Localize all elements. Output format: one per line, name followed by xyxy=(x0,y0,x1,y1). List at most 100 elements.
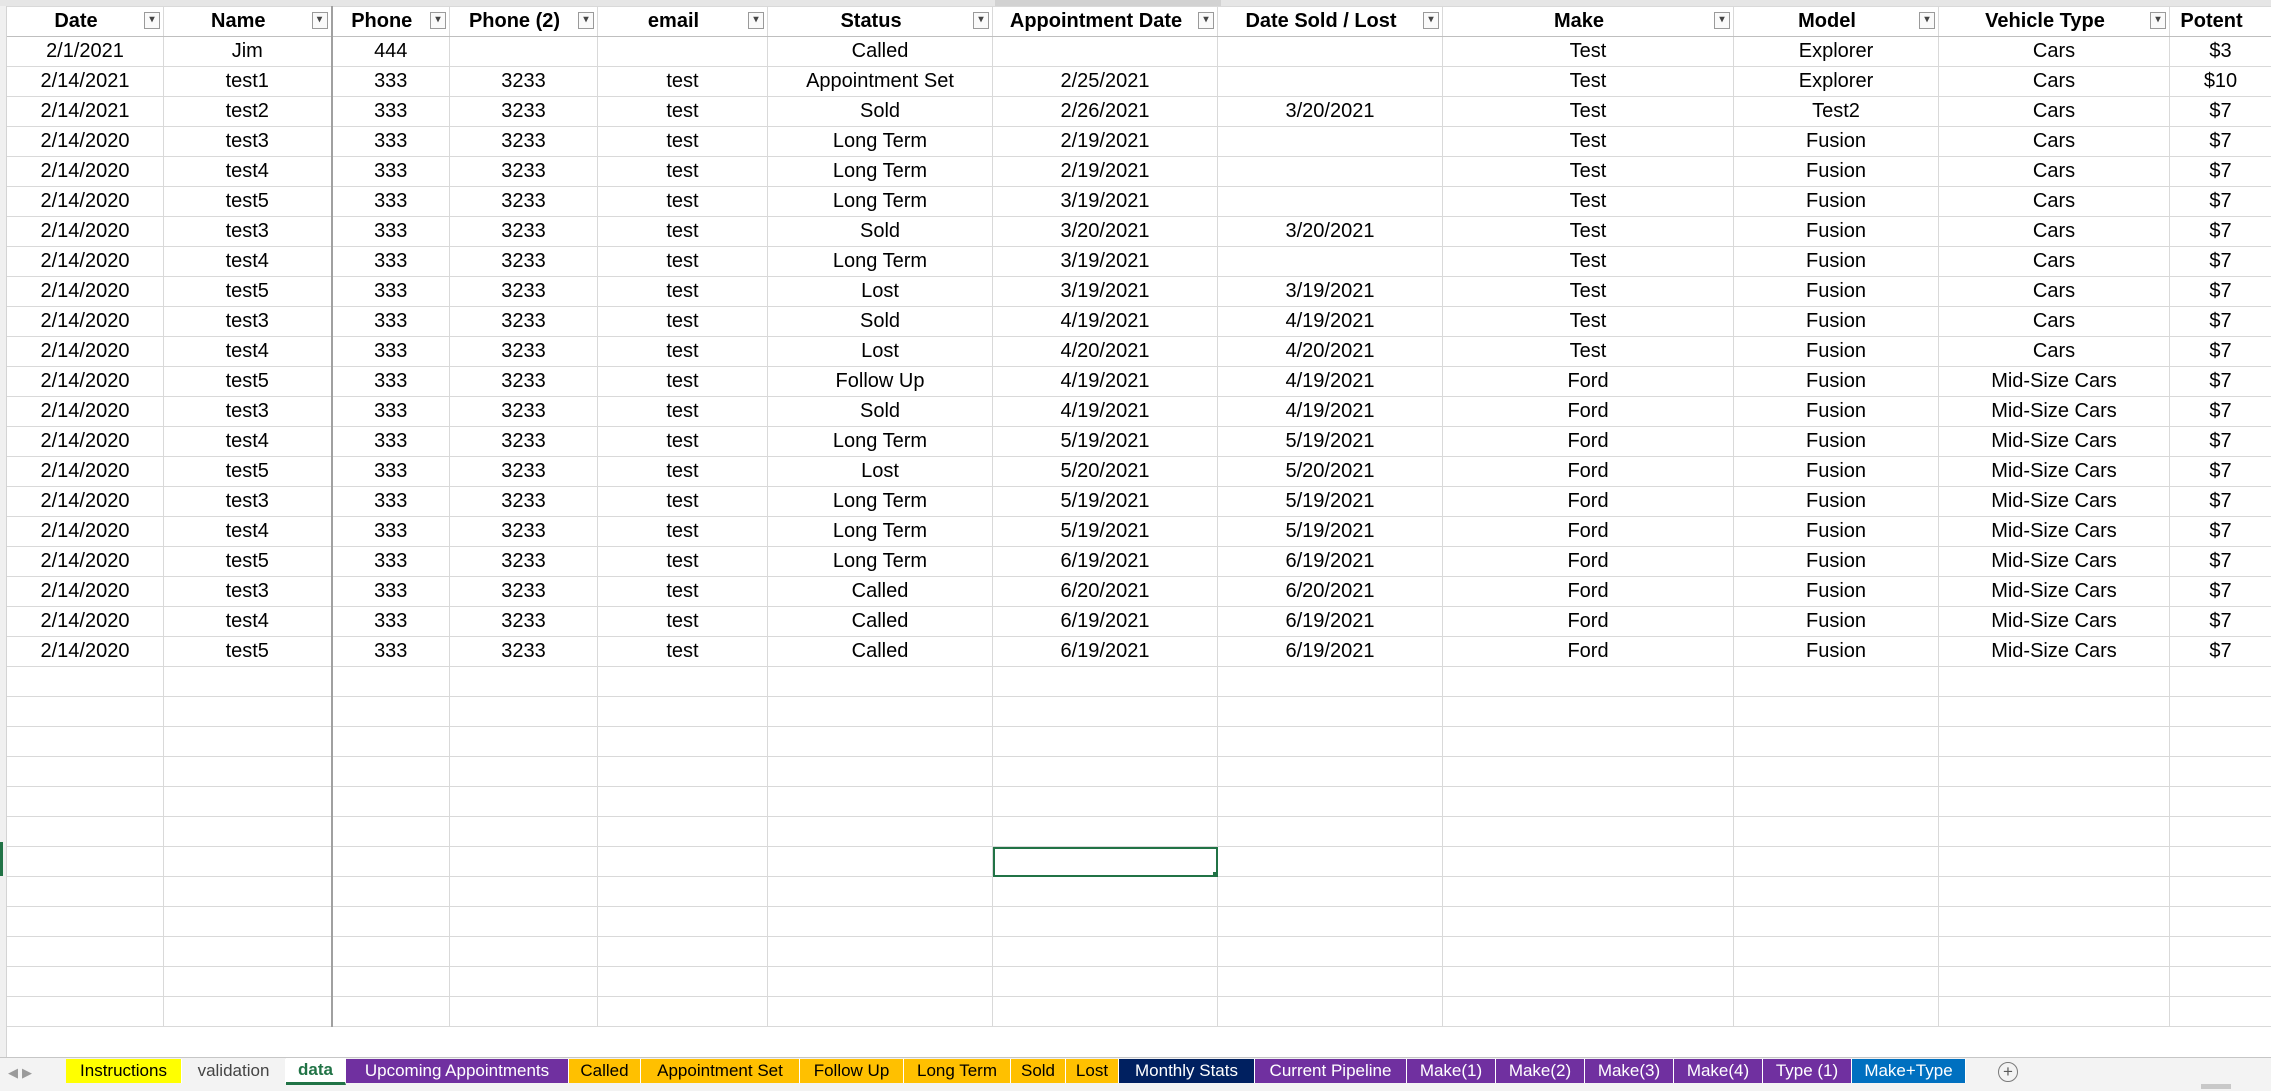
cell[interactable]: 6/20/2021 xyxy=(993,577,1218,607)
cell[interactable]: 333 xyxy=(332,67,450,97)
cell[interactable]: 6/19/2021 xyxy=(993,607,1218,637)
sheet-tab-make-4[interactable]: Make(4) xyxy=(1674,1059,1763,1083)
cell[interactable] xyxy=(1939,907,2170,937)
cell[interactable]: Test xyxy=(1443,157,1734,187)
cell[interactable] xyxy=(1734,727,1939,757)
cell[interactable]: 3233 xyxy=(450,607,598,637)
cell[interactable]: 3233 xyxy=(450,547,598,577)
cell[interactable] xyxy=(598,937,768,967)
cell[interactable]: 3233 xyxy=(450,67,598,97)
cell[interactable] xyxy=(1734,847,1939,877)
cell[interactable]: test4 xyxy=(164,607,332,637)
cell[interactable] xyxy=(1443,817,1734,847)
filter-dropdown-icon[interactable]: ▾ xyxy=(1423,12,1439,29)
cell[interactable] xyxy=(2170,937,2271,967)
cell[interactable]: 3233 xyxy=(450,127,598,157)
cell[interactable] xyxy=(164,937,332,967)
cell[interactable]: $7 xyxy=(2170,427,2271,457)
cell[interactable]: Cars xyxy=(1939,337,2170,367)
sheet-tab-sold[interactable]: Sold xyxy=(1011,1059,1066,1083)
sheet-tab-make-2[interactable]: Make(2) xyxy=(1496,1059,1585,1083)
cell[interactable]: Ford xyxy=(1443,457,1734,487)
cell[interactable] xyxy=(1734,817,1939,847)
cell[interactable]: 333 xyxy=(332,427,450,457)
cell[interactable]: Test xyxy=(1443,127,1734,157)
cell[interactable]: 333 xyxy=(332,397,450,427)
cell[interactable] xyxy=(1939,847,2170,877)
cell[interactable] xyxy=(450,727,598,757)
cell[interactable] xyxy=(1734,757,1939,787)
column-header-email[interactable]: email▾ xyxy=(598,7,768,37)
cell[interactable]: 3233 xyxy=(450,637,598,667)
cell[interactable]: 2/14/2020 xyxy=(7,187,164,217)
cell[interactable] xyxy=(1939,787,2170,817)
cell[interactable] xyxy=(164,727,332,757)
cell[interactable] xyxy=(1939,877,2170,907)
cell[interactable] xyxy=(7,877,164,907)
cell[interactable]: Called xyxy=(768,607,993,637)
cell[interactable]: Test xyxy=(1443,97,1734,127)
cell[interactable] xyxy=(332,877,450,907)
cell[interactable] xyxy=(1734,967,1939,997)
filter-dropdown-icon[interactable]: ▾ xyxy=(1919,12,1935,29)
cell[interactable] xyxy=(1939,967,2170,997)
cell[interactable] xyxy=(1734,697,1939,727)
cell[interactable] xyxy=(1443,907,1734,937)
fill-handle[interactable] xyxy=(1213,872,1218,877)
cell[interactable]: Fusion xyxy=(1734,157,1939,187)
sheet-tab-current-pipeline[interactable]: Current Pipeline xyxy=(1255,1059,1407,1083)
cell[interactable]: 3233 xyxy=(450,397,598,427)
cell[interactable]: 3/19/2021 xyxy=(993,247,1218,277)
cell[interactable]: 5/19/2021 xyxy=(1218,427,1443,457)
cell[interactable]: 2/14/2020 xyxy=(7,277,164,307)
cell[interactable]: test3 xyxy=(164,577,332,607)
cell[interactable]: Long Term xyxy=(768,157,993,187)
cell[interactable]: test5 xyxy=(164,637,332,667)
column-header-make[interactable]: Make▾ xyxy=(1443,7,1734,37)
cell[interactable]: Ford xyxy=(1443,517,1734,547)
cell[interactable] xyxy=(1218,817,1443,847)
cell[interactable] xyxy=(1939,937,2170,967)
cell[interactable] xyxy=(1218,247,1443,277)
sheet-tab-type-1[interactable]: Type (1) xyxy=(1763,1059,1852,1083)
sheet-tab-validation[interactable]: validation xyxy=(182,1059,286,1083)
cell[interactable] xyxy=(2170,667,2271,697)
cell[interactable] xyxy=(1939,697,2170,727)
cell[interactable] xyxy=(993,787,1218,817)
cell[interactable]: Long Term xyxy=(768,127,993,157)
cell[interactable]: 4/19/2021 xyxy=(993,397,1218,427)
cell[interactable]: test xyxy=(598,457,768,487)
cell[interactable] xyxy=(164,847,332,877)
cell[interactable]: 5/19/2021 xyxy=(993,487,1218,517)
cell[interactable]: Sold xyxy=(768,97,993,127)
cell[interactable] xyxy=(1218,667,1443,697)
cell[interactable] xyxy=(1443,967,1734,997)
cell[interactable] xyxy=(2170,997,2271,1027)
cell[interactable]: test xyxy=(598,277,768,307)
cell[interactable]: Long Term xyxy=(768,187,993,217)
cell[interactable] xyxy=(993,937,1218,967)
filter-dropdown-icon[interactable]: ▾ xyxy=(973,12,989,29)
cell[interactable]: $7 xyxy=(2170,367,2271,397)
cell[interactable]: 4/20/2021 xyxy=(993,337,1218,367)
cell[interactable]: Long Term xyxy=(768,427,993,457)
cell[interactable]: test3 xyxy=(164,307,332,337)
cell[interactable]: Lost xyxy=(768,277,993,307)
cell[interactable]: $7 xyxy=(2170,517,2271,547)
column-header-status[interactable]: Status▾ xyxy=(768,7,993,37)
cell[interactable]: test4 xyxy=(164,427,332,457)
cell[interactable]: Fusion xyxy=(1734,487,1939,517)
cell[interactable]: $7 xyxy=(2170,397,2271,427)
cell[interactable]: 3233 xyxy=(450,277,598,307)
cell[interactable] xyxy=(598,667,768,697)
active-cell[interactable] xyxy=(993,847,1218,877)
cell[interactable]: Called xyxy=(768,577,993,607)
cell[interactable]: Mid-Size Cars xyxy=(1939,607,2170,637)
cell[interactable] xyxy=(1218,127,1443,157)
cell[interactable]: test xyxy=(598,307,768,337)
cell[interactable]: 333 xyxy=(332,247,450,277)
column-header-potent[interactable]: Potent xyxy=(2170,7,2271,37)
cell[interactable] xyxy=(768,967,993,997)
cell[interactable]: 3233 xyxy=(450,157,598,187)
cell[interactable] xyxy=(768,997,993,1027)
